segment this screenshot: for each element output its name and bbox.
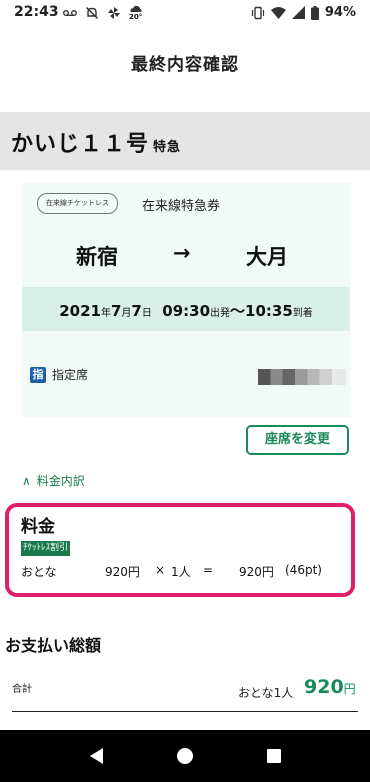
fare-breakdown-toggle[interactable]: ∧ 料金内訳 bbox=[22, 472, 85, 489]
date-day: 7 bbox=[131, 302, 142, 320]
weather-widget: 20° bbox=[129, 5, 142, 21]
ticket-card: 在来線チケットレス 在来線特急券 新宿 → 大月 2021年7月7日 09:30… bbox=[22, 183, 350, 417]
wifi-icon bbox=[270, 7, 286, 19]
date-day-unit: 日 bbox=[141, 308, 152, 319]
fare-detail-box: 料金 ﾁｹｯﾄﾚｽ割引 おとな 920円 × 1人 = 920円 (46pt) bbox=[5, 503, 355, 597]
arrival-station: 大月 bbox=[246, 245, 288, 269]
passenger-type: おとな bbox=[21, 565, 57, 579]
seat-class-label: 指定席 bbox=[52, 368, 89, 382]
total-amount-wrap: 920円 bbox=[304, 676, 356, 698]
tilde: 〜 bbox=[230, 302, 246, 320]
back-icon[interactable] bbox=[85, 744, 109, 768]
arrive-time: 10:35 bbox=[245, 302, 293, 320]
total-adult-count: おとな1人 bbox=[238, 686, 294, 700]
date-month: 7 bbox=[110, 302, 122, 320]
page-title: 最終内容確認 bbox=[131, 55, 239, 75]
fare-breakdown-label: 料金内訳 bbox=[36, 474, 85, 488]
route-arrow-icon: → bbox=[173, 241, 191, 265]
departure-station: 新宿 bbox=[76, 245, 118, 269]
train-type: 特急 bbox=[153, 140, 182, 155]
ticketless-badge: 在来線チケットレス bbox=[37, 193, 118, 214]
depart-label: 出発 bbox=[210, 308, 231, 319]
weather-temp: 20° bbox=[129, 13, 143, 21]
unit-price: 920円 bbox=[105, 565, 140, 579]
status-bar: 22:43 20° 94% bbox=[0, 0, 370, 26]
arrive-label: 到着 bbox=[292, 308, 313, 319]
battery-percent: 94% bbox=[324, 5, 356, 20]
fare-subtotal: 920円 bbox=[239, 565, 274, 579]
date-time: 2021年7月7日 09:30出発〜10:35到着 bbox=[22, 300, 350, 321]
total-section-title: お支払い総額 bbox=[5, 636, 102, 655]
date-time-bar: 2021年7月7日 09:30出発〜10:35到着 bbox=[22, 287, 350, 331]
recent-apps-icon[interactable] bbox=[262, 744, 286, 768]
fare-row: おとな 920円 × 1人 = 920円 (46pt) bbox=[21, 563, 351, 579]
times-sign: × bbox=[155, 563, 166, 577]
total-label: 合計 bbox=[12, 684, 32, 695]
vibrate-icon bbox=[251, 6, 264, 19]
status-left-icons: 20° bbox=[63, 5, 142, 21]
status-right-icons: 94% bbox=[251, 5, 356, 20]
equals-sign: = bbox=[203, 563, 214, 577]
seat-number-redacted bbox=[258, 369, 346, 385]
notifications-off-icon bbox=[86, 7, 98, 19]
train-name-wrap: かいじ１１号 特急 bbox=[11, 126, 181, 158]
fare-points: (46pt) bbox=[285, 563, 322, 577]
seat-info: 指 指定席 bbox=[30, 366, 88, 383]
train-name: かいじ１１号 bbox=[11, 132, 150, 157]
pinwheel-icon bbox=[108, 7, 120, 19]
date-month-unit: 月 bbox=[121, 308, 132, 319]
depart-time: 09:30 bbox=[162, 302, 211, 320]
date-year-unit: 年 bbox=[100, 308, 111, 319]
battery-icon bbox=[310, 5, 319, 20]
home-icon[interactable] bbox=[173, 744, 197, 768]
reserved-seat-icon: 指 bbox=[30, 366, 46, 383]
total-amount: 920 bbox=[304, 676, 344, 698]
passenger-count: 1人 bbox=[171, 565, 191, 579]
android-nav-bar bbox=[0, 730, 370, 782]
total-row: 合計 おとな1人 920円 bbox=[12, 676, 358, 712]
date-year: 2021 bbox=[59, 302, 101, 320]
ticketless-discount-label: ﾁｹｯﾄﾚｽ割引 bbox=[21, 541, 71, 556]
total-yen: 円 bbox=[343, 682, 356, 696]
fare-title: 料金 bbox=[21, 517, 55, 537]
change-seat-button[interactable]: 座席を変更 bbox=[246, 425, 349, 455]
ticket-type-label: 在来線特急券 bbox=[142, 199, 221, 214]
train-name-band: かいじ１１号 特急 bbox=[0, 112, 370, 170]
app-header: 最終内容確認 bbox=[0, 26, 370, 112]
weather-cloud-icon bbox=[130, 5, 142, 12]
chevron-up-icon: ∧ bbox=[22, 473, 31, 488]
route: 新宿 → 大月 bbox=[22, 241, 350, 271]
signal-icon bbox=[291, 6, 305, 19]
status-time: 22:43 bbox=[14, 4, 59, 20]
voicemail-icon bbox=[63, 10, 77, 17]
